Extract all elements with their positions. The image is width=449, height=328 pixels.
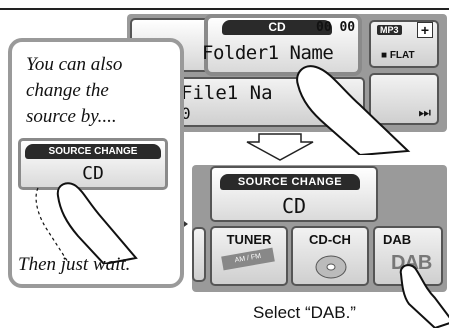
instruction-caption: Select “DAB.” (253, 303, 356, 322)
callout-text-line2: change the (26, 80, 109, 101)
disc-icon (315, 255, 347, 279)
callout-wait-text: Then just wait. (18, 254, 131, 275)
left-partial-option-button[interactable] (192, 227, 206, 282)
callout-text-line3: source by.... (26, 106, 117, 127)
source-change-header-button[interactable]: SOURCE CHANGE CD (210, 166, 378, 222)
source-option-cd-changer[interactable]: CD-CH (291, 226, 369, 286)
mp3-badge: MP3 (377, 25, 402, 35)
source-option-tuner[interactable]: TUNER AM / FM (210, 226, 288, 286)
finger-hold-icon (35, 182, 138, 264)
dab-label: DAB (383, 232, 412, 247)
tuner-icon-text: AM / FM (234, 252, 262, 265)
callout-text-line1: You can also (26, 54, 123, 75)
file-name-text: File1 Na (181, 82, 273, 104)
source-change-badge: SOURCE CHANGE (220, 174, 360, 190)
skip-forward-icon: ⏭ (418, 104, 431, 120)
callout-bubble: You can also change the source by.... SO… (8, 38, 184, 288)
cd-changer-label: CD-CH (309, 232, 351, 247)
source-badge-label: CD (268, 20, 286, 34)
callout-source-change-badge: SOURCE CHANGE (25, 144, 161, 159)
callout-source-change-label: SOURCE CHANGE (48, 146, 138, 157)
top-rule (0, 8, 449, 10)
tuner-label: TUNER (226, 232, 272, 247)
down-arrow-icon (246, 133, 314, 161)
track-time: 00 00 (316, 20, 356, 35)
tuner-icon: AM / FM (221, 247, 275, 271)
plus-icon: + (417, 22, 433, 38)
source-change-value: CD (281, 194, 307, 218)
source-change-label: SOURCE CHANGE (237, 176, 343, 188)
finger-touch-icon-dab (399, 264, 449, 328)
